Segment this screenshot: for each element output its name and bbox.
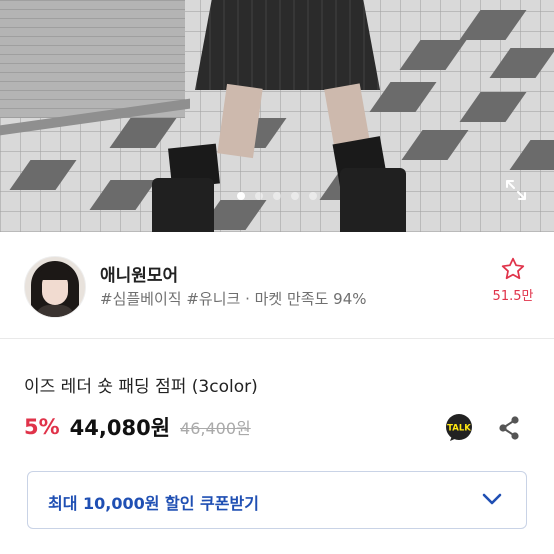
store-info[interactable]: 애니원모어 #심플베이직 #유니크 · 마켓 만족도 94% 51.5만 [0,232,554,339]
product-title: 이즈 레더 숏 패딩 점퍼 (3color) [24,377,258,397]
photo-wall [0,0,185,118]
star-outline-icon [501,257,525,280]
photo-skirt [195,0,380,90]
photo-tile [459,10,527,40]
photo-tile [399,40,467,70]
carousel-dot[interactable] [273,192,281,200]
avatar-body [35,305,75,317]
expand-icon[interactable] [504,178,528,202]
store-avatar[interactable] [24,256,86,318]
carousel-dot[interactable] [309,192,317,200]
photo-tile [369,82,437,112]
photo-tile [459,92,527,122]
price-row: 5% 44,080원 46,400원 [24,410,251,444]
share-icon[interactable] [496,414,522,442]
carousel-dot[interactable] [291,192,299,200]
coupon-button[interactable]: 최대 10,000원 할인 쿠폰받기 [27,471,527,529]
coupon-label: 최대 10,000원 할인 쿠폰받기 [48,494,259,513]
photo-tile [509,140,554,170]
photo-tile [489,48,554,78]
carousel-dots[interactable] [0,192,554,204]
product-image[interactable] [0,0,554,232]
favorite-button[interactable]: 51.5만 [490,256,536,304]
photo-tile [109,118,177,148]
kakao-talk-icon[interactable]: TALK [444,414,474,442]
favorite-count: 51.5만 [492,289,534,304]
photo-tile [401,130,469,160]
original-price: 46,400원 [180,419,251,438]
photo-tile [9,160,77,190]
sale-price: 44,080원 [69,416,171,440]
talk-badge-label: TALK [447,424,471,434]
carousel-dot[interactable] [255,192,263,200]
store-tags: #심플베이직 #유니크 · 마켓 만족도 94% [100,290,367,308]
photo-boot [152,178,214,232]
store-name[interactable]: 애니원모어 [100,261,178,286]
chevron-down-icon [482,493,502,505]
discount-rate: 5% [24,415,60,439]
avatar-bangs [39,267,71,280]
carousel-dot-active[interactable] [237,192,245,200]
